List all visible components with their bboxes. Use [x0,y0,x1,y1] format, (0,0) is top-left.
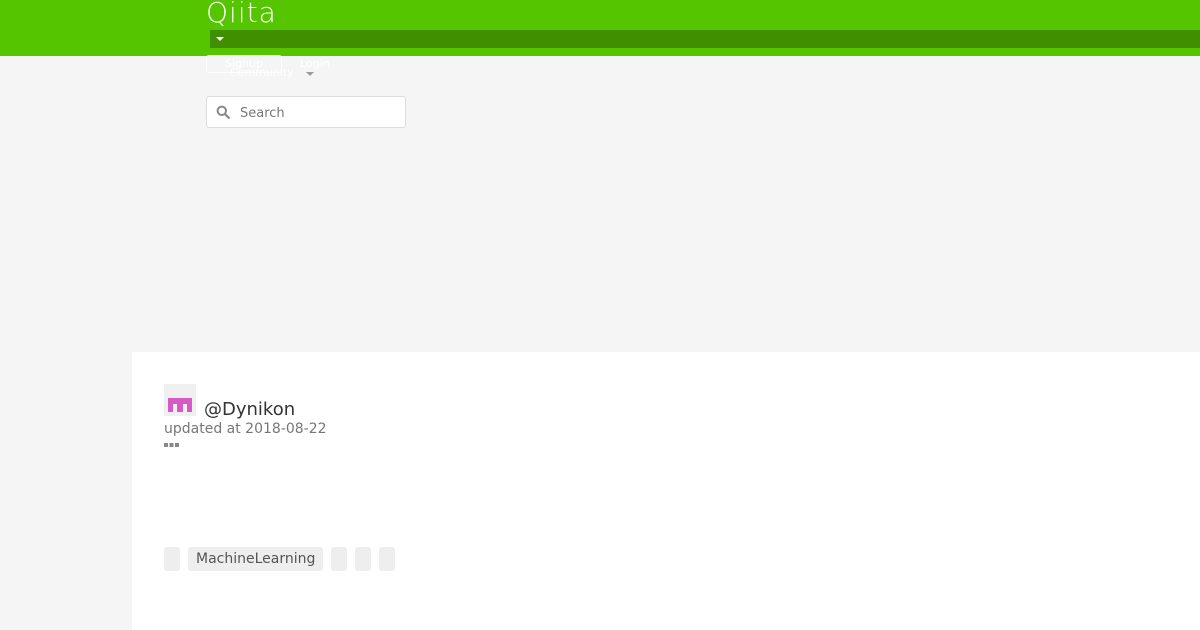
search-field[interactable] [206,96,406,129]
community-menu[interactable]: Community [230,66,294,80]
avatar[interactable] [164,384,196,416]
updated-date: updated at 2018-08-22 [164,421,327,437]
chevron-down-icon[interactable] [306,72,314,76]
author-username[interactable]: @Dynikon [204,399,295,421]
search-input[interactable] [238,97,402,129]
tag-item[interactable] [164,547,180,571]
article-container: @Dynikon updated at 2018-08-22 MachineLe… [132,352,1200,630]
search-icon [216,105,230,119]
more-dots-icon[interactable] [164,443,180,448]
chevron-down-icon[interactable] [216,37,224,41]
login-link[interactable]: Login [300,57,330,71]
tag-item[interactable] [331,547,347,571]
tag-item[interactable] [379,547,395,571]
global-header: Qiita [0,0,1200,56]
qiita-logo[interactable]: Qiita [206,0,277,28]
header-subbar [210,30,1200,48]
tag-item[interactable] [355,547,371,571]
tag-item[interactable]: MachineLearning [188,547,324,571]
